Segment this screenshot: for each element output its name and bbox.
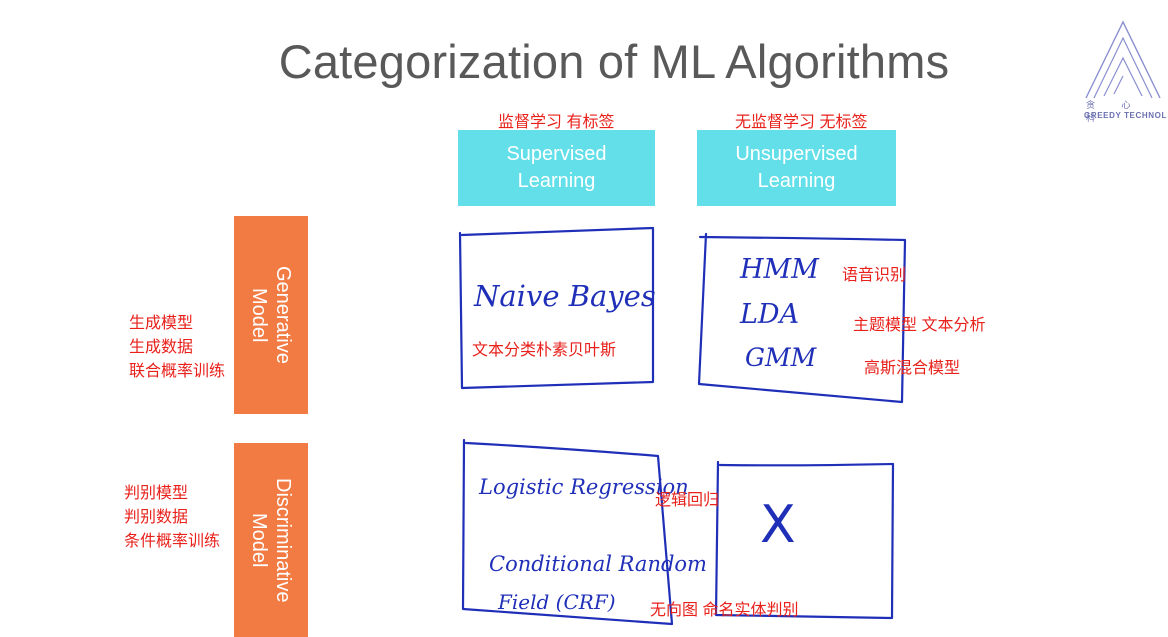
gmm-handwriting: GMM [745, 343, 817, 372]
crf-handwriting-line1: Conditional Random [489, 552, 707, 576]
crf-handwriting-line2: Field (CRF) [498, 590, 616, 614]
empty-cell-x-mark: X [760, 495, 796, 555]
lda-handwriting: LDA [740, 299, 800, 330]
box-discriminative-unsupervised [714, 460, 895, 620]
naive-bayes-handwriting: Naive Bayes [474, 279, 656, 313]
handdrawn-boxes [458, 226, 907, 626]
logistic-regression-annotation: 逻辑回归 [655, 492, 720, 509]
gmm-annotation: 高斯混合模型 [864, 360, 961, 377]
naive-bayes-annotation: 文本分类朴素贝叶斯 [472, 342, 617, 359]
hmm-handwriting: HMM [740, 254, 819, 285]
hmm-annotation: 语音识别 [842, 267, 907, 284]
lda-annotation: 主题模型 文本分析 [853, 317, 986, 334]
crf-annotation: 无向图 命名实体判别 [650, 602, 799, 619]
